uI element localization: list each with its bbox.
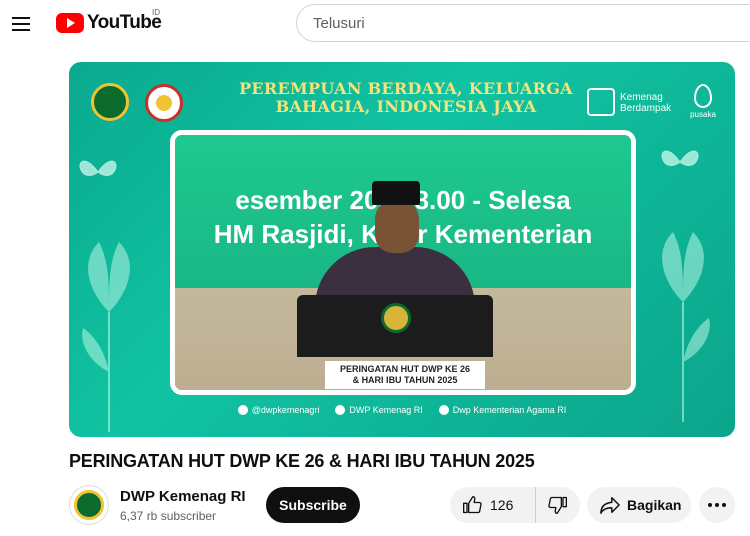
share-arrow-icon — [600, 497, 620, 514]
subscriber-count: 6,37 rb subscriber — [120, 509, 217, 523]
kemenag-berdampak-logo-icon — [587, 88, 615, 116]
video-banner-title: PEREMPUAN BERDAYA, KELUARGA BAHAGIA, IND… — [239, 79, 573, 116]
social-youtube: DWP Kemenag RI — [335, 405, 423, 415]
youtube-icon — [335, 405, 346, 415]
like-dislike-group: 126 — [450, 487, 580, 523]
dislike-button[interactable] — [536, 487, 580, 523]
butterfly-icon — [79, 160, 117, 176]
kemenag-berdampak-text: Kemenag Berdampak — [620, 92, 672, 114]
social-facebook: Dwp Kementerian Agama RI — [438, 405, 566, 415]
logo-text: YouTube — [87, 12, 162, 33]
kemenag-emblem-icon — [91, 83, 129, 121]
kemenag-emblem-icon — [74, 490, 104, 520]
instagram-icon — [237, 405, 248, 415]
menu-icon[interactable] — [12, 14, 32, 32]
social-instagram: @dwpkemenagri — [237, 405, 319, 415]
country-code: ID — [152, 8, 160, 17]
search-placeholder: Telusuri — [313, 14, 365, 32]
share-label: Bagikan — [627, 497, 682, 513]
more-actions-button[interactable] — [699, 487, 735, 523]
pusaka-icon — [694, 84, 712, 108]
video-social-handles: @dwpkemenagri DWP Kemenag RI Dwp Kemente… — [69, 405, 735, 415]
top-bar: YouTube ID Telusuri — [0, 0, 750, 46]
like-button[interactable]: 126 — [450, 487, 536, 523]
speaker-head — [375, 199, 419, 253]
youtube-logo[interactable]: YouTube — [56, 11, 162, 35]
channel-name[interactable]: DWP Kemenag RI — [120, 488, 246, 505]
podium-seal-icon — [381, 303, 411, 333]
thumbs-down-icon — [548, 496, 567, 514]
like-count: 126 — [490, 497, 514, 513]
thumbs-up-icon — [463, 496, 482, 514]
lily-flower-decoration-icon — [662, 232, 710, 422]
facebook-icon — [438, 405, 449, 415]
pusaka-logo: pusaka — [686, 84, 720, 119]
dwp-emblem-icon — [145, 84, 183, 122]
search-input[interactable]: Telusuri — [296, 4, 750, 42]
speaker-cap — [372, 181, 420, 205]
more-horizontal-icon — [708, 503, 726, 507]
youtube-play-icon — [56, 13, 84, 33]
screen-caption: PERINGATAN HUT DWP KE 26 & HARI IBU TAHU… — [325, 361, 485, 389]
video-title: PERINGATAN HUT DWP KE 26 & HARI IBU TAHU… — [69, 451, 535, 471]
share-button[interactable]: Bagikan — [587, 487, 691, 523]
subscribe-button[interactable]: Subscribe — [266, 487, 360, 523]
butterfly-icon — [661, 150, 699, 166]
stage-screen: esember 202 08.00 - Selesa HM Rasjidi, K… — [170, 130, 636, 395]
channel-avatar[interactable] — [69, 485, 109, 525]
lily-flower-decoration-icon — [82, 242, 130, 432]
video-player[interactable]: PEREMPUAN BERDAYA, KELUARGA BAHAGIA, IND… — [69, 62, 735, 437]
